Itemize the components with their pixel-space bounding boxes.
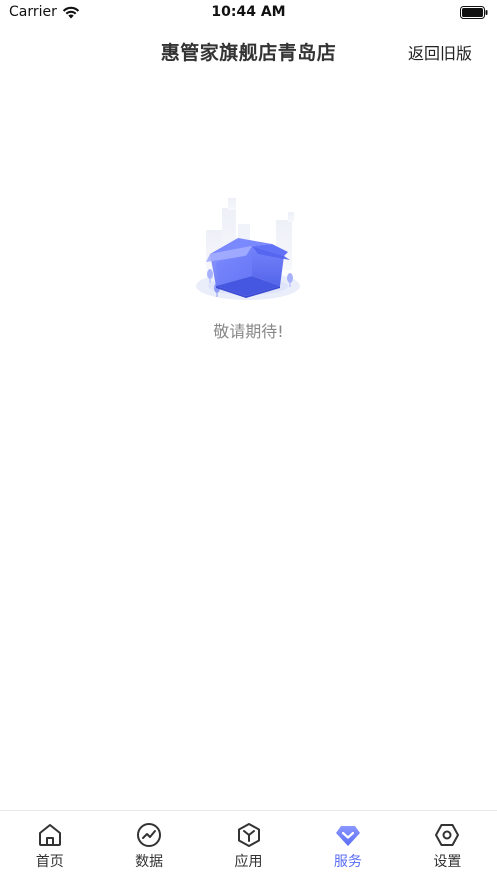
back-to-old-version-button[interactable]: 返回旧版 (408, 40, 472, 64)
service-icon (335, 826, 360, 846)
tab-data-label: 数据 (135, 854, 164, 870)
tab-settings-label: 设置 (433, 854, 462, 870)
open-box-illustration (196, 198, 300, 300)
settings-icon (435, 824, 460, 846)
battery-icon (460, 6, 488, 19)
tab-settings[interactable]: 设置 (398, 811, 497, 883)
status-time: 10:44 AM (211, 4, 286, 20)
tab-apps-label: 应用 (234, 854, 263, 870)
tab-home-label: 首页 (35, 854, 64, 870)
apps-icon (237, 823, 260, 847)
status-bar: Carrier 10:44 AM (0, 0, 497, 26)
tab-bar: 首页 数据 应用 服务 设置 (0, 810, 497, 883)
tab-apps[interactable]: 应用 (199, 811, 298, 883)
home-icon (38, 824, 61, 846)
chart-icon (137, 823, 162, 847)
nav-bar: 惠管家旗舰店青岛店 返回旧版 (0, 26, 497, 76)
tab-service[interactable]: 服务 (298, 811, 397, 883)
tab-service-label: 服务 (333, 854, 362, 870)
tab-data[interactable]: 数据 (99, 811, 198, 883)
tab-home[interactable]: 首页 (0, 811, 99, 883)
empty-state-message: 敬请期待! (213, 322, 284, 341)
